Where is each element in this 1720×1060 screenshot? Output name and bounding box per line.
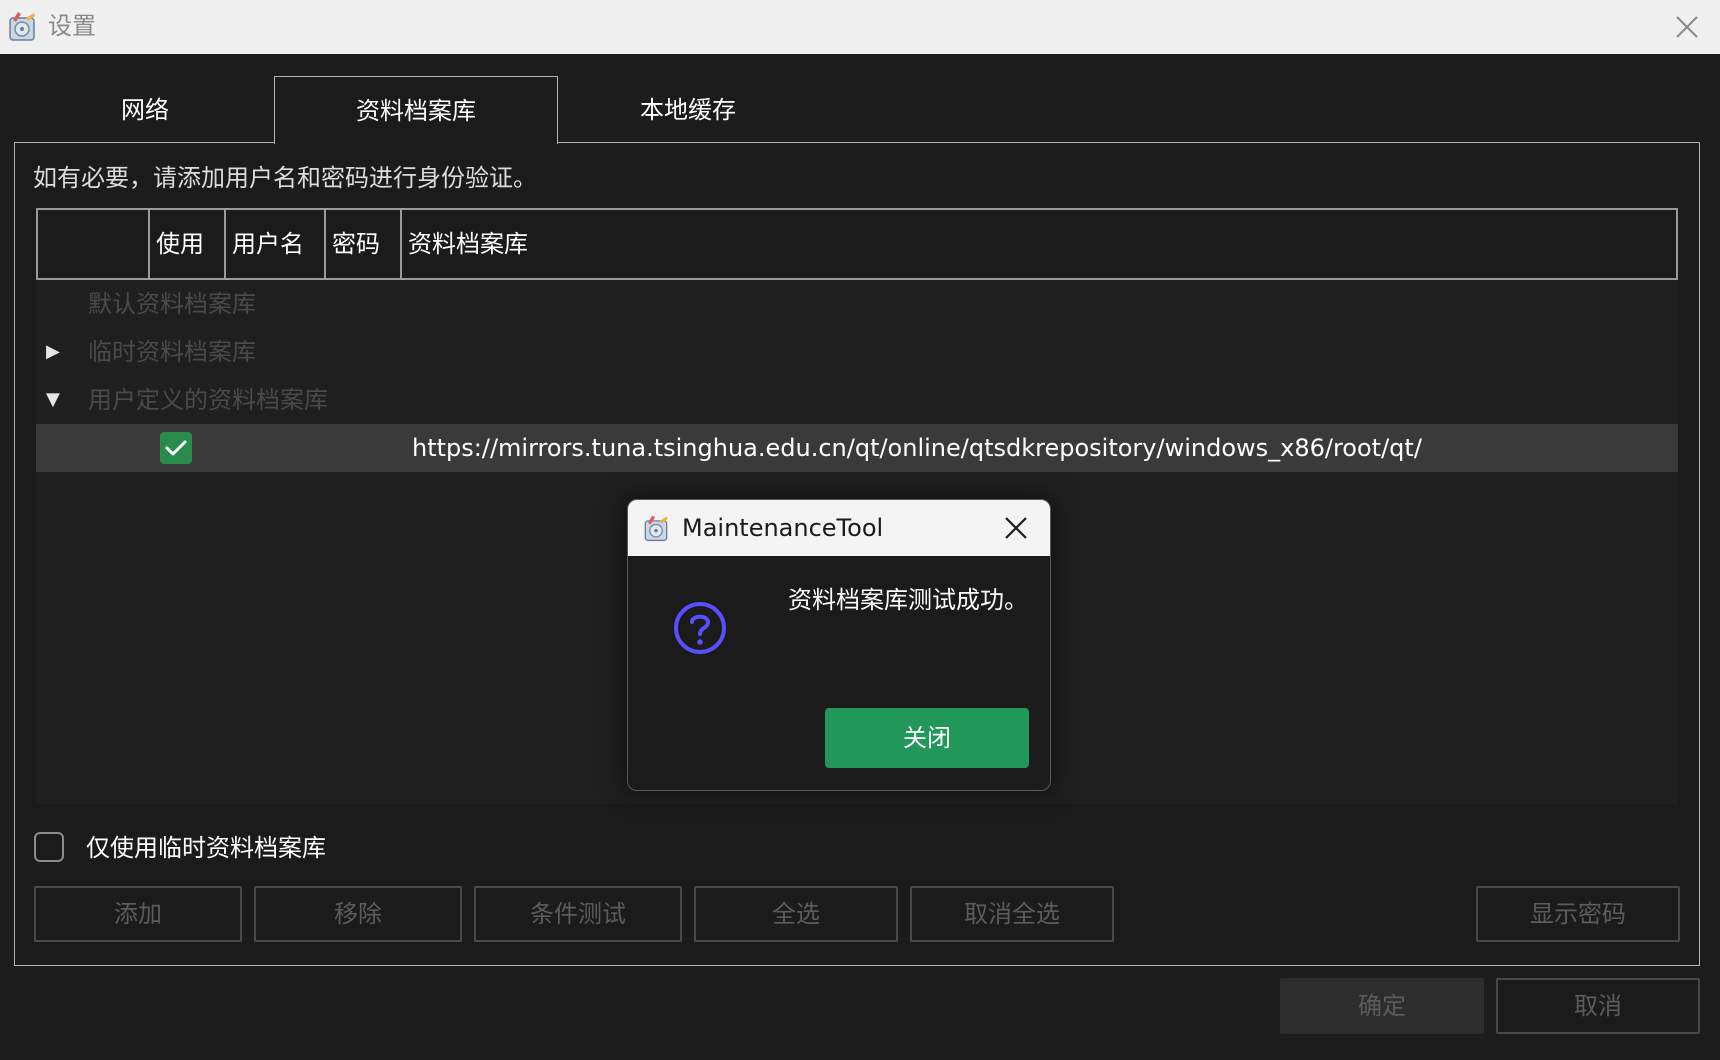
tree-item-default-repo[interactable]: 默认资料档案库 (36, 280, 1678, 328)
window-title: 设置 (48, 12, 96, 40)
auth-hint: 如有必要，请添加用户名和密码进行身份验证。 (33, 164, 537, 192)
column-header-password[interactable]: 密码 (326, 210, 400, 278)
only-temp-checkbox[interactable] (34, 832, 64, 862)
only-temp-label[interactable]: 仅使用临时资料档案库 (86, 830, 326, 866)
tab-repositories[interactable]: 资料档案库 (274, 76, 558, 144)
window-titlebar: 设置 (0, 0, 1720, 54)
tree-item-label: 默认资料档案库 (88, 290, 256, 318)
column-header-username[interactable]: 用户名 (226, 210, 324, 278)
add-button[interactable]: 添加 (34, 886, 242, 942)
tree-item-user-repo[interactable]: ▼ 用户定义的资料档案库 (36, 376, 1678, 424)
column-header-repository[interactable]: 资料档案库 (402, 210, 702, 278)
app-icon (9, 12, 35, 41)
table-row[interactable]: https://mirrors.tuna.tsinghua.edu.cn/qt/… (36, 424, 1678, 472)
cancel-button[interactable]: 取消 (1496, 978, 1700, 1034)
tab-network[interactable]: 网络 (14, 76, 276, 144)
show-password-button[interactable]: 显示密码 (1476, 886, 1680, 942)
use-checkbox[interactable] (160, 432, 192, 464)
dialog-close-icon[interactable] (1004, 516, 1028, 540)
question-icon (674, 602, 726, 654)
ok-button[interactable]: 确定 (1280, 978, 1484, 1034)
collapse-arrow-icon[interactable]: ▼ (46, 376, 60, 424)
column-header-use[interactable]: 使用 (150, 210, 224, 278)
dialog-close-button[interactable]: 关闭 (825, 708, 1029, 768)
select-all-button[interactable]: 全选 (694, 886, 898, 942)
tree-item-label: 用户定义的资料档案库 (88, 386, 328, 414)
dialog-title: MaintenanceTool (682, 514, 884, 542)
tree-item-temp-repo[interactable]: ▶ 临时资料档案库 (36, 328, 1678, 376)
test-result-dialog: MaintenanceTool 资料档案库测试成功。 关闭 (627, 499, 1051, 791)
expand-arrow-icon[interactable]: ▶ (46, 328, 60, 376)
deselect-all-button[interactable]: 取消全选 (910, 886, 1114, 942)
repository-table-header: 使用 用户名 密码 资料档案库 (36, 208, 1678, 280)
tab-local-cache[interactable]: 本地缓存 (558, 76, 818, 144)
checkmark-icon (165, 440, 187, 456)
repository-url[interactable]: https://mirrors.tuna.tsinghua.edu.cn/qt/… (412, 424, 1422, 472)
tree-item-label: 临时资料档案库 (88, 338, 256, 366)
dialog-titlebar: MaintenanceTool (628, 500, 1050, 556)
dialog-message: 资料档案库测试成功。 (788, 586, 1028, 614)
app-icon (644, 515, 668, 542)
test-button[interactable]: 条件测试 (474, 886, 682, 942)
window-close-icon[interactable] (1674, 14, 1700, 40)
remove-button[interactable]: 移除 (254, 886, 462, 942)
